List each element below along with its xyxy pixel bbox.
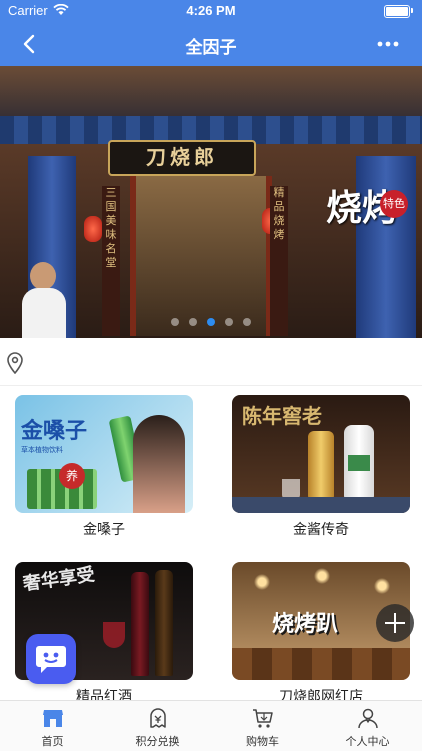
tab-label: 购物车 <box>246 735 279 748</box>
banner-promo-badge: 特色 <box>380 190 408 218</box>
carousel-dot[interactable] <box>225 318 233 326</box>
model-graphic <box>133 415 185 513</box>
banner-pillar-left: 三国美味名堂 <box>102 186 120 336</box>
tab-label: 积分兑换 <box>135 735 180 748</box>
product-label[interactable]: 金酱传奇 <box>232 519 410 539</box>
coin-exchange-icon <box>150 708 166 728</box>
banner-doorway <box>130 176 272 336</box>
tab-cart[interactable]: 购物车 <box>210 701 315 751</box>
tab-label: 个人中心 <box>345 735 390 748</box>
floating-add-button[interactable] <box>376 604 414 642</box>
wine-bottle-graphic <box>131 572 149 676</box>
product-art-text: 陈年窖老 <box>242 404 322 428</box>
product-image[interactable]: 陈年窖老 <box>232 395 410 513</box>
cart-icon <box>253 709 273 728</box>
banner-pillar-right: 精品烧烤 <box>270 186 288 336</box>
lantern-icon <box>84 216 102 242</box>
battery-icon <box>384 5 410 18</box>
product-card-jinsangzi[interactable]: 金嗓子 草本植物饮料 养 金嗓子 <box>15 395 193 539</box>
lights-graphic <box>232 562 410 612</box>
carousel-dot[interactable] <box>243 318 251 326</box>
product-art-text: 金嗓子 <box>21 419 88 444</box>
chat-bubble-icon <box>36 646 66 673</box>
banner-carousel[interactable]: 刀烧郎 三国美味名堂 精品烧烤 烧烤 特色 <box>0 66 422 338</box>
wine-glass-graphic <box>103 622 125 648</box>
table-graphic <box>232 497 410 513</box>
chat-assistant-button[interactable] <box>26 634 76 684</box>
product-art-text: 烧烤趴 <box>272 611 339 637</box>
product-image[interactable]: 金嗓子 草本植物饮料 养 <box>15 395 193 513</box>
carousel-dot[interactable] <box>171 318 179 326</box>
tab-profile[interactable]: 个人中心 <box>315 701 420 751</box>
glass-graphic <box>282 479 300 499</box>
tables-graphic <box>232 648 410 680</box>
product-card-jinjiang[interactable]: 陈年窖老 金酱传奇 <box>232 395 410 539</box>
wine-bottle-graphic <box>155 570 173 676</box>
user-icon <box>358 708 378 729</box>
more-dots-icon[interactable] <box>376 34 400 54</box>
tab-home[interactable]: 首页 <box>0 701 105 751</box>
carousel-dot[interactable] <box>189 318 197 326</box>
nav-bar: 全因子 <box>0 22 422 66</box>
product-art-subtitle: 草本植物饮料 <box>21 446 63 454</box>
battery-tip <box>411 8 413 13</box>
product-art-text: 奢华享受 <box>21 564 97 595</box>
status-time: 4:26 PM <box>186 3 236 18</box>
banner-curtain-right <box>356 156 416 338</box>
carousel-dot-active[interactable] <box>207 318 215 326</box>
product-art-tag: 养 <box>59 463 85 489</box>
tab-label: 首页 <box>41 735 64 748</box>
product-label[interactable]: 金嗓子 <box>15 519 193 539</box>
carousel-indicator <box>0 318 422 326</box>
page-title: 全因子 <box>185 38 237 58</box>
banner-person <box>22 288 66 338</box>
banner-person-head <box>30 262 56 290</box>
status-bar: Carrier 4:26 PM <box>0 0 422 22</box>
liquor-bottle-graphic <box>344 425 374 499</box>
tab-points-exchange[interactable]: 积分兑换 <box>105 701 210 751</box>
bottom-tab-bar: 首页 积分兑换 购物车 个人中心 <box>0 700 422 751</box>
liquor-bottle-graphic <box>308 431 334 499</box>
location-pin-icon[interactable] <box>6 352 24 374</box>
store-icon <box>43 710 63 727</box>
banner-signboard: 刀烧郎 <box>108 140 256 176</box>
location-row[interactable] <box>0 338 422 386</box>
